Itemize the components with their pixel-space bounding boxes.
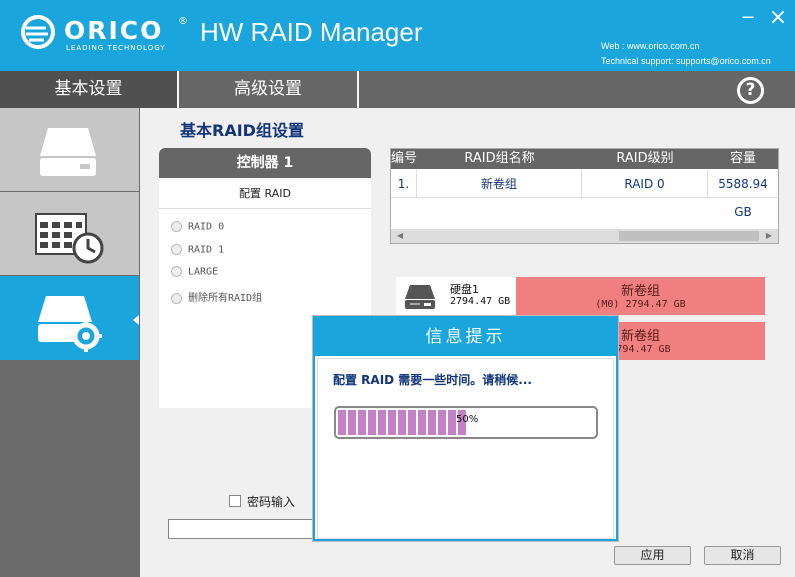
progress-bar: 50%: [334, 406, 598, 439]
info-dialog: 信息提示 配置 RAID 需要一些时间。请稍候... 50%: [313, 316, 618, 541]
table-cell-no[interactable]: 1.: [391, 170, 417, 198]
radio-raid0[interactable]: RAID 0: [171, 221, 224, 237]
radio-label: LARGE: [188, 266, 219, 278]
table-header: 编号 RAID组名称 RAID级别 容量: [391, 149, 778, 169]
tab-bar: 基本设置 高级设置 ?: [0, 71, 795, 108]
password-input[interactable]: [168, 519, 318, 539]
volume-name: 新卷组: [620, 284, 660, 299]
page-title: 基本RAID组设置: [180, 121, 304, 140]
disk-size: 2794.47 GB: [450, 296, 511, 307]
selection-arrow-icon: [133, 315, 139, 325]
minimize-button[interactable]: −: [738, 8, 758, 28]
horizontal-scrollbar[interactable]: ◀ ▶: [391, 229, 778, 243]
progress-label: 50%: [456, 414, 479, 425]
disk-name: 硬盘1: [450, 283, 479, 296]
hard-disk-icon: [405, 285, 435, 309]
volume-bar[interactable]: 新卷组 (M0) 2794.47 GB: [516, 277, 765, 315]
sidebar-item-disk[interactable]: [0, 108, 139, 191]
radio-icon[interactable]: [171, 292, 182, 304]
tab-divider: [357, 71, 359, 108]
password-checkbox[interactable]: [229, 495, 241, 507]
support-text: Technical support: supports@orico.com.cn: [601, 56, 771, 66]
radio-icon[interactable]: [171, 221, 182, 232]
scroll-right-icon[interactable]: ▶: [762, 230, 776, 242]
dialog-message: 配置 RAID 需要一些时间。请稍候...: [333, 373, 532, 387]
password-label: 密码输入: [247, 495, 296, 509]
column-header-name: RAID组名称: [464, 151, 535, 166]
app-title: HW RAID Manager: [200, 17, 423, 47]
radio-label: RAID 0: [188, 221, 225, 233]
sidebar-item-schedule[interactable]: [0, 192, 139, 275]
raid-group-table: 编号 RAID组名称 RAID级别 容量 1. 新卷组 RAID 0 5588.…: [390, 148, 779, 244]
radio-label: 删除所有RAID组: [188, 293, 263, 304]
column-header-level: RAID级别: [616, 151, 674, 166]
tab-basic-settings[interactable]: 基本设置: [0, 71, 177, 108]
progress-fill: [338, 410, 466, 435]
radio-label: RAID 1: [188, 244, 225, 256]
orico-logo-icon: [21, 15, 55, 49]
column-header-capacity: 容量: [729, 151, 756, 166]
website-text: Web : www.orico.com.cn: [601, 41, 700, 51]
schedule-icon: [35, 213, 104, 264]
raid-settings-icon: [38, 296, 102, 352]
radio-icon[interactable]: [171, 244, 182, 255]
radio-icon[interactable]: [171, 266, 182, 277]
orico-logo: ORICO ® LEADING TECHNOLOGY: [20, 14, 200, 54]
sidebar: [0, 108, 140, 577]
close-button[interactable]: ×: [767, 7, 789, 29]
radio-raid1[interactable]: RAID 1: [171, 244, 224, 260]
logo-registered-mark: ®: [178, 16, 188, 27]
apply-button[interactable]: 应用: [614, 546, 691, 565]
logo-brand: ORICO: [64, 16, 164, 45]
title-bar: ORICO ® LEADING TECHNOLOGY HW RAID Manag…: [0, 0, 795, 71]
controller-title: 控制器 1: [159, 148, 371, 178]
configure-raid-label: 配置 RAID: [159, 178, 371, 209]
logo-tagline: LEADING TECHNOLOGY: [66, 44, 166, 52]
help-icon[interactable]: ?: [737, 77, 764, 104]
table-cell-name[interactable]: 新卷组: [417, 170, 582, 198]
disk-icon: [40, 128, 96, 176]
cancel-button[interactable]: 取消: [704, 546, 781, 565]
disk-info: 硬盘1 2794.47 GB: [396, 277, 516, 315]
scrollbar-thumb[interactable]: [619, 231, 759, 241]
dialog-title: 信息提示: [315, 318, 616, 356]
table-cell-level[interactable]: RAID 0: [582, 170, 708, 198]
volume-detail: (M0) 2794.47 GB: [595, 299, 686, 310]
column-header-no: 编号: [391, 151, 418, 166]
radio-delete-all[interactable]: 删除所有RAID组: [171, 289, 262, 305]
sidebar-item-raid[interactable]: [0, 276, 139, 360]
scroll-left-icon[interactable]: ◀: [393, 230, 407, 242]
table-cell-capacity[interactable]: 5588.94 GB: [708, 170, 778, 219]
tab-advanced-settings[interactable]: 高级设置: [179, 71, 357, 108]
radio-large[interactable]: LARGE: [171, 266, 218, 282]
